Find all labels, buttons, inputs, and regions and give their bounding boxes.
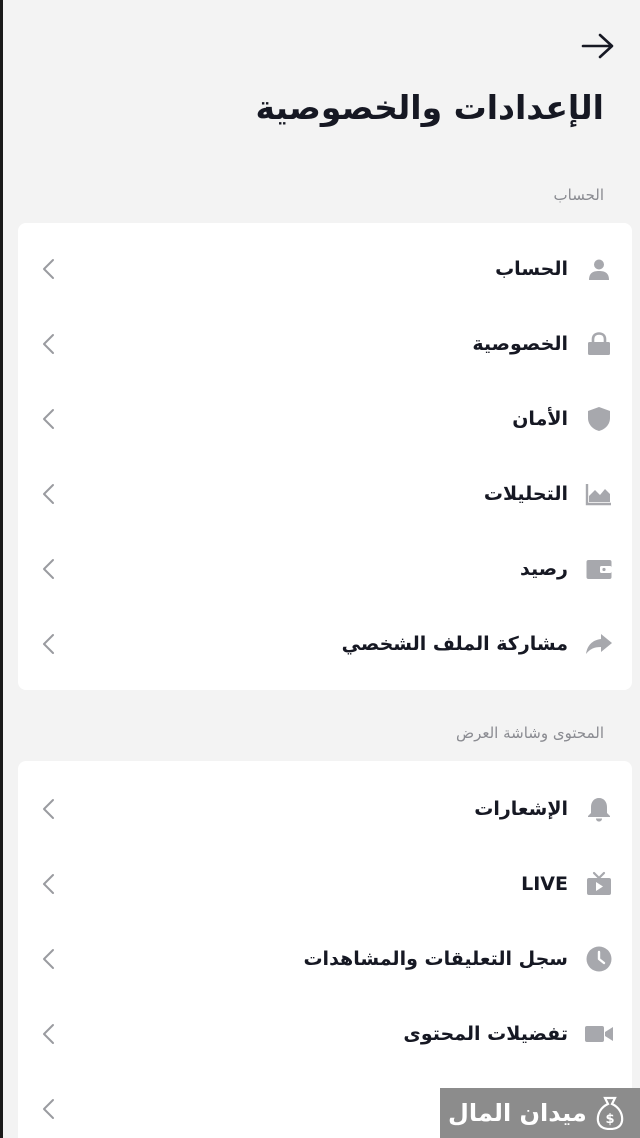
settings-item-privacy[interactable]: الخصوصية bbox=[18, 306, 632, 381]
settings-item-label: رصيد bbox=[519, 557, 568, 580]
analytics-chart-icon bbox=[584, 479, 614, 509]
lock-icon bbox=[584, 329, 614, 359]
chevron-left-icon bbox=[36, 1022, 60, 1046]
settings-item-label: الخصوصية bbox=[472, 332, 568, 355]
screen-left-edge bbox=[0, 0, 3, 1138]
settings-item-notifications[interactable]: الإشعارات bbox=[18, 771, 632, 846]
chevron-left-icon bbox=[36, 257, 60, 281]
settings-item-label: الإشعارات bbox=[474, 797, 568, 820]
settings-item-label: LIVE bbox=[521, 872, 568, 895]
settings-item-balance[interactable]: رصيد bbox=[18, 531, 632, 606]
section-header-account: الحساب bbox=[553, 186, 605, 204]
settings-item-share-profile[interactable]: مشاركة الملف الشخصي bbox=[18, 606, 632, 681]
clock-icon bbox=[584, 944, 614, 974]
settings-item-analytics[interactable]: التحليلات bbox=[18, 456, 632, 531]
video-camera-icon bbox=[584, 1019, 614, 1049]
settings-item-label: الحساب bbox=[495, 257, 568, 280]
settings-item-label: مشاركة الملف الشخصي bbox=[341, 632, 568, 655]
person-icon bbox=[584, 254, 614, 284]
settings-item-content-preferences[interactable]: تفضيلات المحتوى bbox=[18, 996, 632, 1071]
chevron-left-icon bbox=[36, 482, 60, 506]
chevron-left-icon bbox=[36, 872, 60, 896]
chevron-left-icon bbox=[36, 332, 60, 356]
watermark-text: ميدان المال bbox=[448, 1099, 587, 1127]
settings-item-label: التحليلات bbox=[483, 482, 568, 505]
chevron-left-icon bbox=[36, 947, 60, 971]
account-settings-card: الحساب الخصوصية الأمان التحليلات رصيد مش… bbox=[18, 223, 632, 690]
chevron-left-icon bbox=[36, 797, 60, 821]
arrow-right-icon bbox=[581, 33, 614, 59]
back-button[interactable] bbox=[578, 26, 618, 66]
share-icon bbox=[584, 629, 614, 659]
tv-icon bbox=[584, 869, 614, 899]
chevron-left-icon bbox=[36, 632, 60, 656]
wallet-icon bbox=[584, 554, 614, 584]
chevron-left-icon bbox=[36, 557, 60, 581]
chevron-left-icon bbox=[36, 407, 60, 431]
watermark-overlay: $ ميدان المال bbox=[440, 1088, 640, 1138]
settings-item-watch-history[interactable]: سجل التعليقات والمشاهدات bbox=[18, 921, 632, 996]
settings-item-label: تفضيلات المحتوى bbox=[403, 1022, 568, 1045]
settings-item-label: الأمان bbox=[512, 407, 568, 430]
shield-icon bbox=[584, 404, 614, 434]
settings-item-label: سجل التعليقات والمشاهدات bbox=[303, 947, 568, 970]
svg-text:$: $ bbox=[605, 1112, 614, 1127]
settings-item-account[interactable]: الحساب bbox=[18, 231, 632, 306]
money-bag-logo-icon: $ bbox=[595, 1095, 625, 1131]
bell-icon bbox=[584, 794, 614, 824]
page-title: الإعدادات والخصوصية bbox=[255, 88, 604, 127]
content-display-card: الإشعارات LIVE سجل التعليقات والمشاهدات bbox=[18, 761, 632, 1138]
section-header-content-display: المحتوى وشاشة العرض bbox=[455, 724, 604, 742]
settings-item-security[interactable]: الأمان bbox=[18, 381, 632, 456]
settings-item-live[interactable]: LIVE bbox=[18, 846, 632, 921]
chevron-left-icon bbox=[36, 1097, 60, 1121]
